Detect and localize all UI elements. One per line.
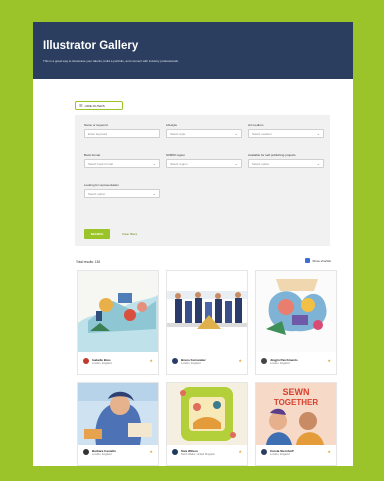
illustrator-location: London, England (270, 453, 290, 456)
lifestyle-select[interactable]: Select style ⌄ (166, 129, 242, 138)
star-icon[interactable]: ★ (327, 358, 331, 363)
field-placeholder: Enter keyword (88, 132, 108, 136)
filter-label: Name or keyword (84, 123, 108, 127)
filter-panel: Name or keyword Enter keyword Lifestyle … (75, 115, 330, 246)
illustrator-location: London, England (270, 362, 290, 365)
clear-filters-link[interactable]: Clear filters (122, 232, 137, 236)
chevron-down-icon: ⌄ (316, 131, 320, 136)
filter-art-medium: Art medium Select medium ⌄ (248, 123, 324, 138)
filter-label: Looking for representation (84, 183, 119, 187)
artwork-thumbnail (167, 383, 247, 445)
artwork-thumbnail (78, 271, 158, 352)
shortlist-icon (305, 258, 311, 263)
card-meta: Carola Sternhoff London, England ★ (256, 441, 336, 465)
illustrator-location: London, England (92, 362, 112, 365)
avatar (172, 358, 178, 364)
representation-select[interactable]: Select option ⌄ (84, 189, 160, 198)
results-count: Total results: 136 (76, 260, 101, 264)
book-format-select[interactable]: Select book format ⌄ (84, 159, 160, 168)
star-icon[interactable]: ★ (149, 358, 153, 363)
chevron-down-icon: ⌄ (152, 191, 156, 196)
illustrator-location: London, England (181, 362, 201, 365)
artwork-thumbnail (167, 271, 247, 352)
artwork-thumbnail (78, 383, 158, 445)
filter-label: SCBWI region (166, 153, 186, 157)
avatar (83, 358, 89, 364)
card-meta: Barbara Castelló London, England ★ (78, 441, 158, 465)
filter-label: Lifestyle (166, 123, 178, 127)
card-meta: Bruno Fernandez London, England ★ (167, 350, 247, 374)
chevron-down-icon: ⌄ (316, 161, 320, 166)
filter-lifestyle: Lifestyle Select style ⌄ (166, 123, 242, 138)
illustrator-card[interactable]: Bruno Fernandez London, England ★ (166, 270, 248, 375)
filter-name-keyword: Name or keyword Enter keyword (84, 123, 160, 138)
illustrator-card[interactable]: SEWN TOGETHER Carola Sternhoff London, E… (255, 382, 337, 466)
artwork-thumbnail: SEWN TOGETHER (256, 383, 336, 445)
card-meta: Siva Wilson North Wales, United Kingdom … (167, 441, 247, 465)
filter-book-format: Book format Select book format ⌄ (84, 153, 160, 168)
avatar (172, 449, 178, 455)
artwork-text-line-1: SEWN (283, 387, 310, 397)
illustrator-location: London, England (92, 453, 112, 456)
field-placeholder: Select option (88, 192, 106, 196)
field-placeholder: Select book format (88, 162, 114, 166)
filter-self-publishing: Available for self publishing projects S… (248, 153, 324, 168)
self-publishing-select[interactable]: Select option ⌄ (248, 159, 324, 168)
shortlist-label: Show shortlist (312, 258, 331, 263)
search-button[interactable]: SEARCH (84, 229, 110, 239)
card-meta: Isabelle Brus London, England ★ (78, 350, 158, 374)
star-icon[interactable]: ★ (238, 449, 242, 454)
region-select[interactable]: Select region ⌄ (166, 159, 242, 168)
chevron-down-icon: ⌄ (152, 161, 156, 166)
card-meta: Jingjin Parchments London, England ★ (256, 350, 336, 374)
field-placeholder: Select region (170, 162, 188, 166)
star-icon[interactable]: ★ (238, 358, 242, 363)
header-banner: Illustrator Gallery This is a great way … (33, 22, 353, 79)
art-medium-select[interactable]: Select medium ⌄ (248, 129, 324, 138)
field-placeholder: Select style (170, 132, 186, 136)
page-title: Illustrator Gallery (43, 40, 139, 52)
chevron-down-icon: ⌄ (234, 161, 238, 166)
artwork-text-line-2: TOGETHER (274, 398, 319, 407)
illustrator-card[interactable]: Isabelle Brus London, England ★ (77, 270, 159, 375)
filter-icon: ☰ (79, 103, 83, 108)
field-placeholder: Select option (252, 162, 270, 166)
field-placeholder: Select medium (252, 132, 272, 136)
filter-label: Book format (84, 153, 101, 157)
illustrator-location: North Wales, United Kingdom (181, 453, 216, 456)
illustrator-card[interactable]: Barbara Castelló London, England ★ (77, 382, 159, 466)
illustrator-card[interactable]: Siva Wilson North Wales, United Kingdom … (166, 382, 248, 466)
chevron-down-icon: ⌄ (234, 131, 238, 136)
illustrator-card[interactable]: Jingjin Parchments London, England ★ (255, 270, 337, 375)
star-icon[interactable]: ★ (149, 449, 153, 454)
gallery-page: Illustrator Gallery This is a great way … (33, 22, 353, 466)
star-icon[interactable]: ★ (327, 449, 331, 454)
filter-representation: Looking for representation Select option… (84, 183, 160, 198)
hide-filters-button[interactable]: ☰ HIDE FILTERS (75, 101, 123, 110)
filter-label: Art medium (248, 123, 264, 127)
avatar (83, 449, 89, 455)
page-subtitle: This is a great way to showcase your tal… (43, 59, 179, 63)
filter-scbwi-region: SCBWI region Select region ⌄ (166, 153, 242, 168)
avatar (261, 449, 267, 455)
keyword-input[interactable]: Enter keyword (84, 129, 160, 138)
show-shortlist-toggle[interactable]: Show shortlist (305, 258, 331, 263)
avatar (261, 358, 267, 364)
filter-label: Available for self publishing projects (248, 153, 296, 157)
hide-filters-label: HIDE FILTERS (84, 103, 105, 108)
artwork-thumbnail (256, 271, 336, 352)
